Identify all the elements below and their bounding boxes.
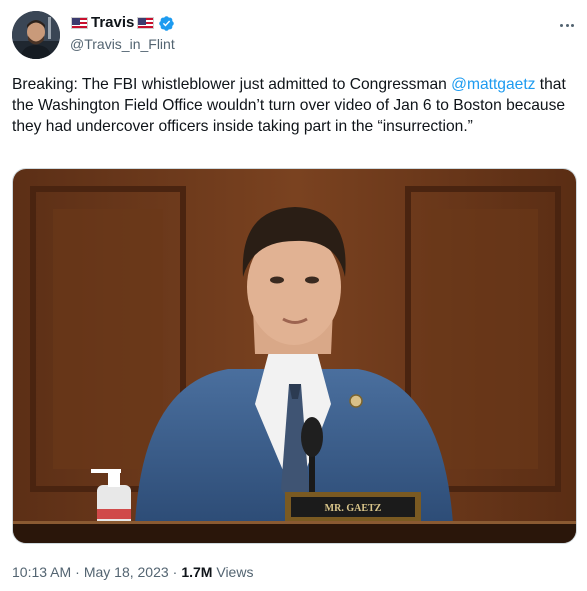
tweet-photo[interactable]: MR. GAETZ [12, 168, 577, 544]
tweet-time[interactable]: 10:13 AM [12, 564, 71, 580]
more-options-icon[interactable] [556, 14, 578, 36]
tweet-text-start: Breaking: The FBI whistleblower just adm… [12, 76, 452, 93]
tweet: Travis @Travis_in_Flint Breaking: The FB… [0, 0, 587, 591]
display-name[interactable]: Travis [91, 13, 134, 33]
tweet-date[interactable]: May 18, 2023 [84, 564, 169, 580]
us-flag-icon [71, 17, 88, 29]
mention-link[interactable]: @mattgaetz [451, 76, 535, 93]
author-names: Travis @Travis_in_Flint [70, 13, 175, 54]
meta-separator: · [75, 564, 80, 580]
display-name-row[interactable]: Travis [70, 13, 175, 33]
avatar[interactable] [12, 11, 60, 59]
us-flag-icon [137, 17, 155, 29]
tweet-text: Breaking: The FBI whistleblower just adm… [12, 74, 577, 137]
verified-badge-icon [159, 15, 175, 31]
meta-separator: · [172, 564, 178, 580]
nameplate-text: MR. GAETZ [325, 503, 382, 514]
tweet-meta: 10:13 AM · May 18, 2023 · 1.7M Views [12, 563, 253, 581]
handle[interactable]: @Travis_in_Flint [70, 34, 175, 54]
views-count[interactable]: 1.7M [181, 564, 212, 580]
views-label: Views [216, 564, 254, 580]
